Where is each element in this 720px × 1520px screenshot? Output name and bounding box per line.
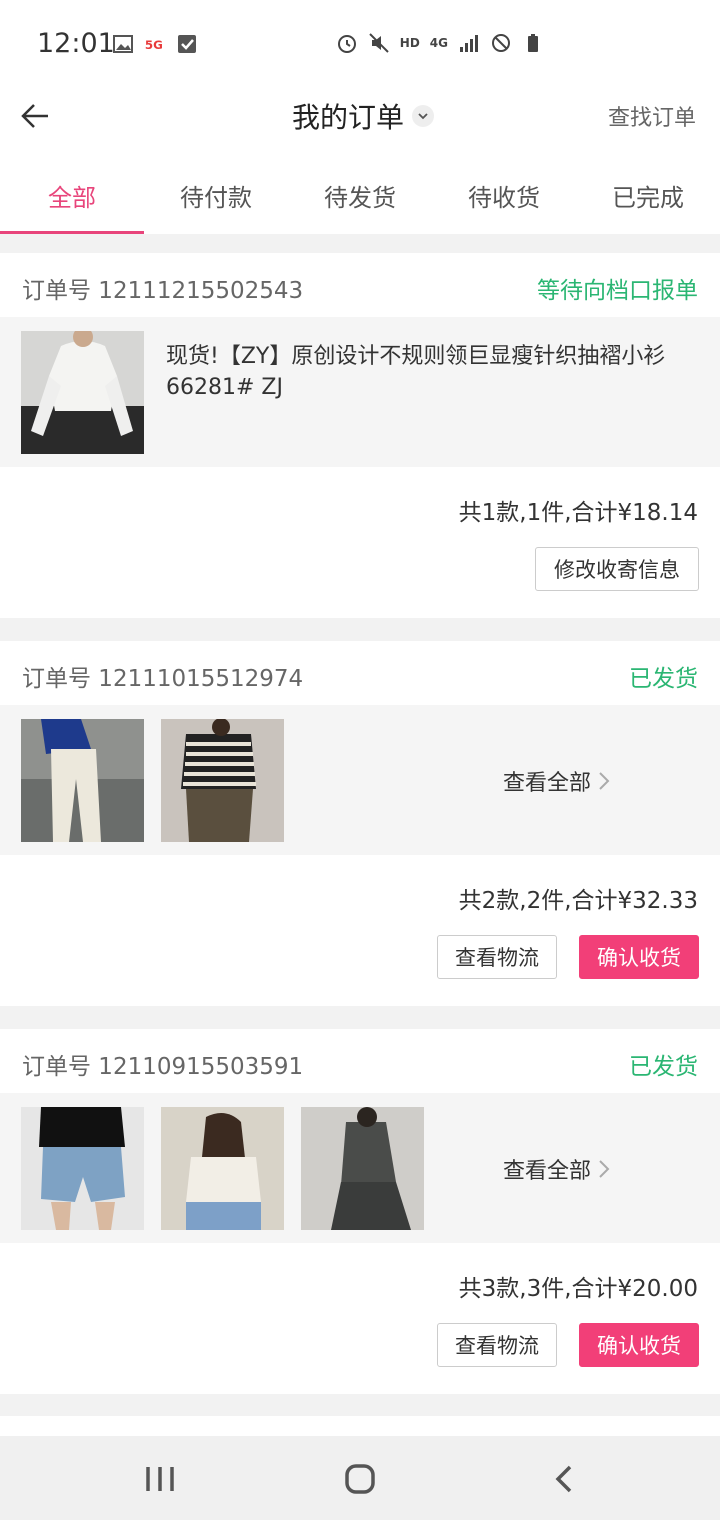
chevron-down-icon bbox=[412, 105, 435, 127]
order-number: 订单号 12111015512974 bbox=[22, 666, 304, 692]
hd-label: HD bbox=[399, 36, 420, 50]
product-thumbnail[interactable] bbox=[21, 1107, 144, 1230]
title-dropdown[interactable]: 我的订单 bbox=[292, 96, 435, 136]
goods-row[interactable]: 查看全部 bbox=[0, 1093, 720, 1243]
chevron-right-icon bbox=[599, 1160, 610, 1178]
product-thumbnail[interactable] bbox=[161, 719, 284, 842]
tab-completed[interactable]: 已完成 bbox=[576, 160, 720, 234]
product-name[interactable]: 现货!【ZY】原创设计不规则领巨显瘦针织抽褶小衫 66281# ZJ bbox=[166, 341, 696, 403]
check-icon bbox=[178, 35, 196, 53]
product-thumbnail[interactable] bbox=[161, 1107, 284, 1230]
page-title: 我的订单 bbox=[292, 101, 405, 134]
view-logistics-button[interactable]: 查看物流 bbox=[437, 1323, 557, 1367]
order-card[interactable]: 订单号 12110915503591 已发货 查看全部 共3款,3件,合计¥20… bbox=[0, 1029, 720, 1394]
home-icon[interactable] bbox=[343, 1464, 377, 1494]
order-number: 订单号 12110915503591 bbox=[22, 1054, 304, 1080]
tab-pending-payment[interactable]: 待付款 bbox=[144, 160, 288, 234]
view-all-label: 查看全部 bbox=[503, 1159, 592, 1184]
goods-row[interactable]: 现货!【ZY】原创设计不规则领巨显瘦针织抽褶小衫 66281# ZJ bbox=[0, 317, 720, 467]
blocked-icon bbox=[492, 34, 510, 52]
app-bar: 我的订单 查找订单 bbox=[0, 88, 720, 160]
order-card[interactable]: 订单号 12111215502543 等待向档口报单 现货!【ZY】原创设计不规… bbox=[0, 253, 720, 618]
product-thumbnail[interactable] bbox=[301, 1107, 424, 1230]
image-icon bbox=[113, 35, 133, 53]
order-summary: 共1款,1件,合计¥18.14 bbox=[458, 500, 698, 526]
status-time: 12:01 bbox=[37, 28, 115, 59]
system-nav-bar bbox=[0, 1436, 720, 1520]
signal-icon bbox=[460, 35, 478, 52]
goods-row[interactable]: 查看全部 bbox=[0, 705, 720, 855]
battery-icon bbox=[528, 34, 538, 52]
svg-text:5G: 5G bbox=[145, 38, 163, 52]
tab-all[interactable]: 全部 bbox=[0, 160, 144, 234]
tab-pending-receipt[interactable]: 待收货 bbox=[432, 160, 576, 234]
view-all-link[interactable]: 查看全部 bbox=[503, 765, 611, 797]
back-nav-icon[interactable] bbox=[548, 1464, 582, 1494]
chevron-right-icon bbox=[599, 772, 610, 790]
5g-icon: 5G bbox=[145, 38, 163, 52]
recent-apps-icon[interactable] bbox=[143, 1464, 177, 1494]
order-status: 等待向档口报单 bbox=[537, 278, 698, 304]
tab-pending-shipment[interactable]: 待发货 bbox=[288, 160, 432, 234]
confirm-receipt-button[interactable]: 确认收货 bbox=[579, 1323, 699, 1367]
modify-address-button[interactable]: 修改收寄信息 bbox=[535, 547, 699, 591]
back-arrow-icon[interactable] bbox=[18, 96, 58, 136]
view-logistics-button[interactable]: 查看物流 bbox=[437, 935, 557, 979]
alarm-icon bbox=[337, 35, 356, 53]
order-card bbox=[0, 1416, 720, 1436]
mute-icon bbox=[369, 33, 389, 53]
product-thumbnail[interactable] bbox=[21, 331, 144, 454]
view-all-link[interactable]: 查看全部 bbox=[503, 1153, 611, 1185]
view-all-label: 查看全部 bbox=[503, 771, 592, 796]
find-orders-link[interactable]: 查找订单 bbox=[608, 100, 696, 132]
product-thumbnail[interactable] bbox=[21, 719, 144, 842]
order-number: 订单号 12111215502543 bbox=[22, 278, 304, 304]
order-summary: 共3款,3件,合计¥20.00 bbox=[458, 1276, 698, 1302]
confirm-receipt-button[interactable]: 确认收货 bbox=[579, 935, 699, 979]
order-tabs: 全部 待付款 待发货 待收货 已完成 bbox=[0, 160, 720, 234]
status-bar: 12:01 5G HD 4G bbox=[0, 0, 720, 88]
order-summary: 共2款,2件,合计¥32.33 bbox=[458, 888, 698, 914]
order-status: 已发货 bbox=[629, 1054, 698, 1080]
network-label: 4G bbox=[429, 36, 448, 50]
order-card[interactable]: 订单号 12111015512974 已发货 查看全部 共2款,2件,合计¥32… bbox=[0, 641, 720, 1006]
order-status: 已发货 bbox=[629, 666, 698, 692]
